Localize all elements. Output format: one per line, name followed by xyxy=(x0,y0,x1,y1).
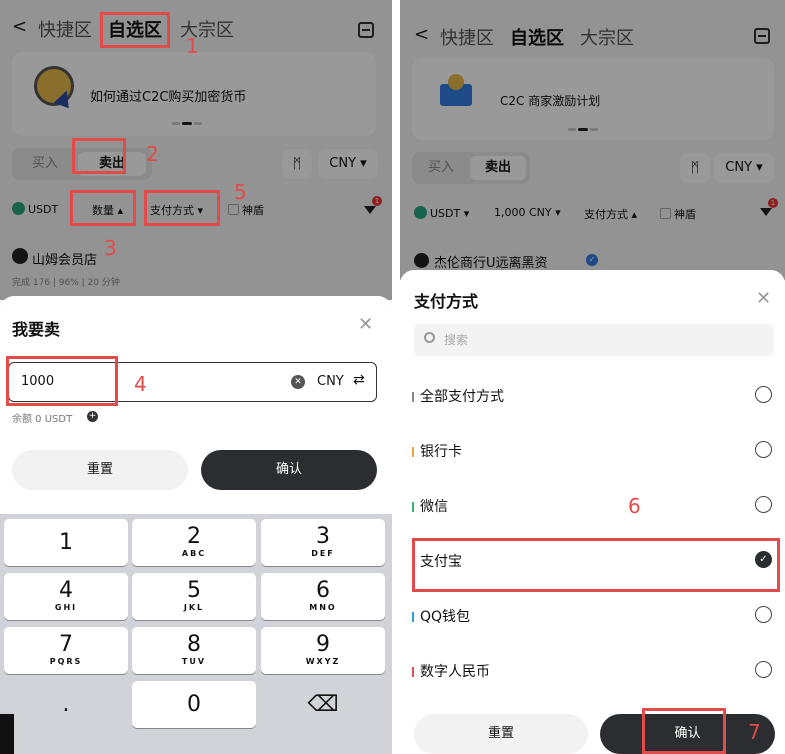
annotation-box xyxy=(72,138,126,174)
key-letters: DEF xyxy=(311,549,335,558)
left-screen: < 快捷区 自选区 大宗区 如何通过C2C购买加密货币 买入 卖出 ᛗ CNY … xyxy=(0,0,392,754)
close-icon[interactable]: ✕ xyxy=(358,314,373,335)
reset-button[interactable]: 重置 xyxy=(414,714,588,754)
option-text: QQ钱包 xyxy=(420,609,471,625)
edge-bar xyxy=(0,714,14,754)
payment-option-label: 微信 xyxy=(412,496,448,516)
radio-button[interactable] xyxy=(755,386,772,403)
step-label: 6 xyxy=(628,494,641,518)
step-label: 1 xyxy=(186,34,199,58)
key-digit: 3 xyxy=(316,524,330,549)
confirm-button[interactable]: 确认 xyxy=(201,450,377,490)
annotation-box xyxy=(412,538,780,592)
keypad-key[interactable]: 9 WXYZ xyxy=(261,627,385,674)
option-marker xyxy=(412,502,414,512)
payment-option-label: QQ钱包 xyxy=(412,606,470,626)
payment-option-label: 数字人民币 xyxy=(412,661,490,681)
keypad-key[interactable]: 4 GHI xyxy=(4,573,128,620)
backdrop-overlay[interactable] xyxy=(400,0,785,280)
key-digit: 9 xyxy=(316,632,330,657)
key-digit: 5 xyxy=(187,578,201,603)
step-label: 5 xyxy=(234,180,247,204)
right-screen: < 快捷区 自选区 大宗区 C2C 商家激励计划 买入 卖出 ᛗ CNY ▾ U… xyxy=(400,0,785,754)
key-letters: JKL xyxy=(183,603,205,612)
search-placeholder: 搜索 xyxy=(444,333,469,347)
input-currency: CNY xyxy=(317,374,344,389)
annotation-box xyxy=(144,190,220,226)
option-marker xyxy=(412,612,414,622)
annotation-box xyxy=(642,708,726,754)
key-digit: 7 xyxy=(59,632,73,657)
key-letters: WXYZ xyxy=(305,657,341,666)
payment-option[interactable]: 银行卡 xyxy=(400,425,785,475)
sheet-title: 支付方式 xyxy=(414,292,479,311)
key-digit: . xyxy=(62,692,70,717)
option-marker xyxy=(412,667,414,677)
key-letters: GHI xyxy=(54,603,78,612)
delete-key-icon[interactable]: ⌫ xyxy=(261,681,385,728)
payment-option[interactable]: QQ钱包 xyxy=(400,590,785,640)
option-marker xyxy=(412,392,414,402)
balance-text: 余额 0 USDT xyxy=(12,414,73,425)
payment-option[interactable]: 全部支付方式 xyxy=(400,370,785,420)
search-input[interactable]: 搜索 xyxy=(414,324,774,356)
key-digit: 8 xyxy=(187,632,201,657)
search-icon xyxy=(424,332,435,343)
step-label: 2 xyxy=(146,142,159,166)
option-text: 数字人民币 xyxy=(420,664,490,680)
radio-button[interactable] xyxy=(755,496,772,513)
keypad-key[interactable]: 0 xyxy=(132,681,256,728)
numeric-keypad: 1 2 ABC 3 DEF 4 GHI 5 JKL 6 MNO 7 PQRS 8 TUV 9 WXYZ. 0 ⌫ xyxy=(0,514,392,754)
key-digit: 4 xyxy=(59,578,73,603)
radio-button[interactable] xyxy=(755,441,772,458)
option-text: 微信 xyxy=(420,499,448,515)
option-text: 银行卡 xyxy=(420,444,462,460)
keypad-key[interactable]: . xyxy=(4,681,128,728)
key-letters: TUV xyxy=(181,657,207,666)
keypad-key[interactable]: 1 xyxy=(4,519,128,566)
keypad-key[interactable]: 8 TUV xyxy=(132,627,256,674)
annotation-box xyxy=(6,356,118,406)
plus-icon[interactable]: + xyxy=(87,411,98,422)
sheet-title: 我要卖 xyxy=(12,320,61,339)
key-digit: 6 xyxy=(316,578,330,603)
keypad-key[interactable]: 5 JKL xyxy=(132,573,256,620)
payment-option-label: 银行卡 xyxy=(412,441,462,461)
key-digit: ⌫ xyxy=(307,692,339,717)
key-digit: 1 xyxy=(59,530,73,555)
key-letters: ABC xyxy=(181,549,207,558)
key-letters: PQRS xyxy=(49,657,83,666)
payment-option[interactable]: 数字人民币 xyxy=(400,645,785,695)
radio-button[interactable] xyxy=(755,606,772,623)
radio-button[interactable] xyxy=(755,661,772,678)
payment-option-label: 全部支付方式 xyxy=(412,386,504,406)
step-label: 3 xyxy=(104,236,117,260)
keypad-key[interactable]: 7 PQRS xyxy=(4,627,128,674)
keypad-key[interactable]: 3 DEF xyxy=(261,519,385,566)
key-digit: 0 xyxy=(187,692,201,717)
panel-divider xyxy=(392,0,400,754)
step-label: 4 xyxy=(134,372,147,396)
keypad-key[interactable]: 6 MNO xyxy=(261,573,385,620)
reset-button[interactable]: 重置 xyxy=(12,450,188,490)
option-text: 全部支付方式 xyxy=(420,389,504,405)
key-digit: 2 xyxy=(187,524,201,549)
clear-icon[interactable]: ✕ xyxy=(291,375,305,389)
swap-icon[interactable]: ⇄ xyxy=(353,372,365,388)
close-icon[interactable]: ✕ xyxy=(756,288,771,309)
keypad-key[interactable]: 2 ABC xyxy=(132,519,256,566)
payment-option[interactable]: 微信 xyxy=(400,480,785,530)
annotation-box xyxy=(70,190,136,226)
step-label: 7 xyxy=(748,720,761,744)
key-letters: MNO xyxy=(309,603,337,612)
annotation-box xyxy=(100,12,170,48)
option-marker xyxy=(412,447,414,457)
payment-sheet: 支付方式 ✕ 搜索 全部支付方式 银行卡 微信 支付宝 ✓ QQ钱包 数字人民币 重置 确认 xyxy=(400,270,785,754)
